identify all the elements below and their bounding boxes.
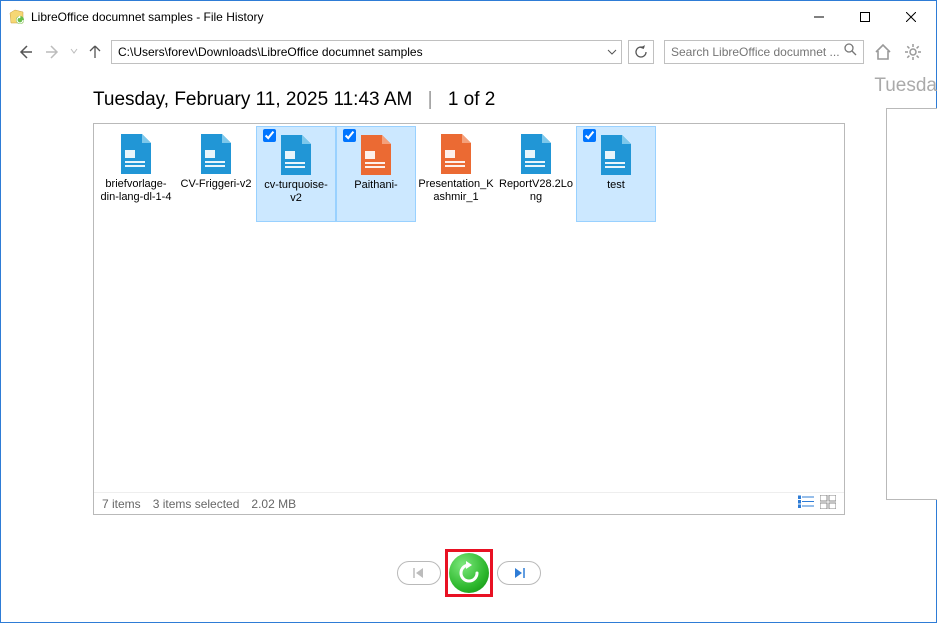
- file-pane: briefvorlage-din-lang-dl-1-4 CV-Friggeri…: [93, 123, 845, 515]
- view-icons-button[interactable]: [820, 495, 836, 512]
- restore-icon: [449, 553, 489, 593]
- minimize-button[interactable]: [796, 2, 842, 32]
- file-item[interactable]: ReportV28.2Long: [496, 126, 576, 222]
- file-icon: [516, 132, 556, 176]
- next-timestamp-preview: Tuesda: [874, 75, 937, 97]
- file-label: cv-turquoise-v2: [257, 179, 335, 205]
- file-label: test: [605, 179, 627, 192]
- selection-size: 2.02 MB: [251, 497, 296, 511]
- view-details-button[interactable]: [798, 495, 814, 512]
- file-label: Presentation_Kashmir_1: [416, 178, 496, 204]
- bottom-controls: [1, 548, 936, 598]
- file-icon: [436, 132, 476, 176]
- file-icon: [116, 132, 156, 176]
- view-mode-icons: [798, 495, 836, 512]
- item-count: 7 items: [102, 497, 141, 511]
- file-label: briefvorlage-din-lang-dl-1-4: [96, 178, 176, 204]
- file-item[interactable]: cv-turquoise-v2: [256, 126, 336, 222]
- maximize-button[interactable]: [842, 2, 888, 32]
- file-icon: [276, 133, 316, 177]
- titlebar: LibreOffice documnet samples - File Hist…: [1, 1, 936, 32]
- file-checkbox[interactable]: [263, 129, 276, 142]
- file-item[interactable]: Paithani-: [336, 126, 416, 222]
- file-item[interactable]: test: [576, 126, 656, 222]
- selection-count: 3 items selected: [153, 497, 240, 511]
- file-item[interactable]: CV-Friggeri-v2: [176, 126, 256, 222]
- address-dropdown-button[interactable]: [603, 41, 621, 63]
- nav-history-dropdown[interactable]: [69, 47, 79, 58]
- file-checkbox[interactable]: [583, 129, 596, 142]
- timestamp-label: Tuesday, February 11, 2025 11:43 AM: [93, 89, 412, 110]
- file-item[interactable]: briefvorlage-din-lang-dl-1-4: [96, 126, 176, 222]
- toolbar: [1, 32, 936, 72]
- file-label: ReportV28.2Long: [496, 178, 576, 204]
- file-icon: [596, 133, 636, 177]
- restore-button[interactable]: [445, 549, 493, 597]
- timestamp-header: Tuesday, February 11, 2025 11:43 AM | 1 …: [93, 89, 922, 111]
- status-bar: 7 items 3 items selected 2.02 MB: [94, 492, 844, 514]
- search-input[interactable]: [671, 45, 844, 59]
- refresh-button[interactable]: [628, 40, 654, 64]
- settings-button[interactable]: [902, 41, 924, 63]
- next-file-pane-preview: [886, 108, 937, 500]
- home-button[interactable]: [872, 41, 894, 63]
- file-icon: [196, 132, 236, 176]
- nav-back-button[interactable]: [13, 40, 37, 64]
- separator: |: [428, 89, 433, 110]
- address-bar: [111, 40, 622, 64]
- file-checkbox[interactable]: [343, 129, 356, 142]
- file-grid: briefvorlage-din-lang-dl-1-4 CV-Friggeri…: [94, 124, 844, 224]
- previous-version-button[interactable]: [397, 561, 441, 585]
- address-input[interactable]: [112, 45, 603, 59]
- close-button[interactable]: [888, 2, 934, 32]
- search-icon: [844, 43, 857, 61]
- file-label: CV-Friggeri-v2: [179, 178, 254, 191]
- file-label: Paithani-: [352, 179, 399, 192]
- window-controls: [796, 2, 934, 32]
- nav-forward-button[interactable]: [41, 40, 65, 64]
- window-title: LibreOffice documnet samples - File Hist…: [31, 10, 796, 24]
- next-version-button[interactable]: [497, 561, 541, 585]
- file-item[interactable]: Presentation_Kashmir_1: [416, 126, 496, 222]
- app-icon: [9, 9, 25, 25]
- search-box: [664, 40, 864, 64]
- content-area: Tuesday, February 11, 2025 11:43 AM | 1 …: [1, 73, 936, 622]
- page-indicator: 1 of 2: [448, 89, 496, 110]
- nav-up-button[interactable]: [83, 40, 107, 64]
- file-icon: [356, 133, 396, 177]
